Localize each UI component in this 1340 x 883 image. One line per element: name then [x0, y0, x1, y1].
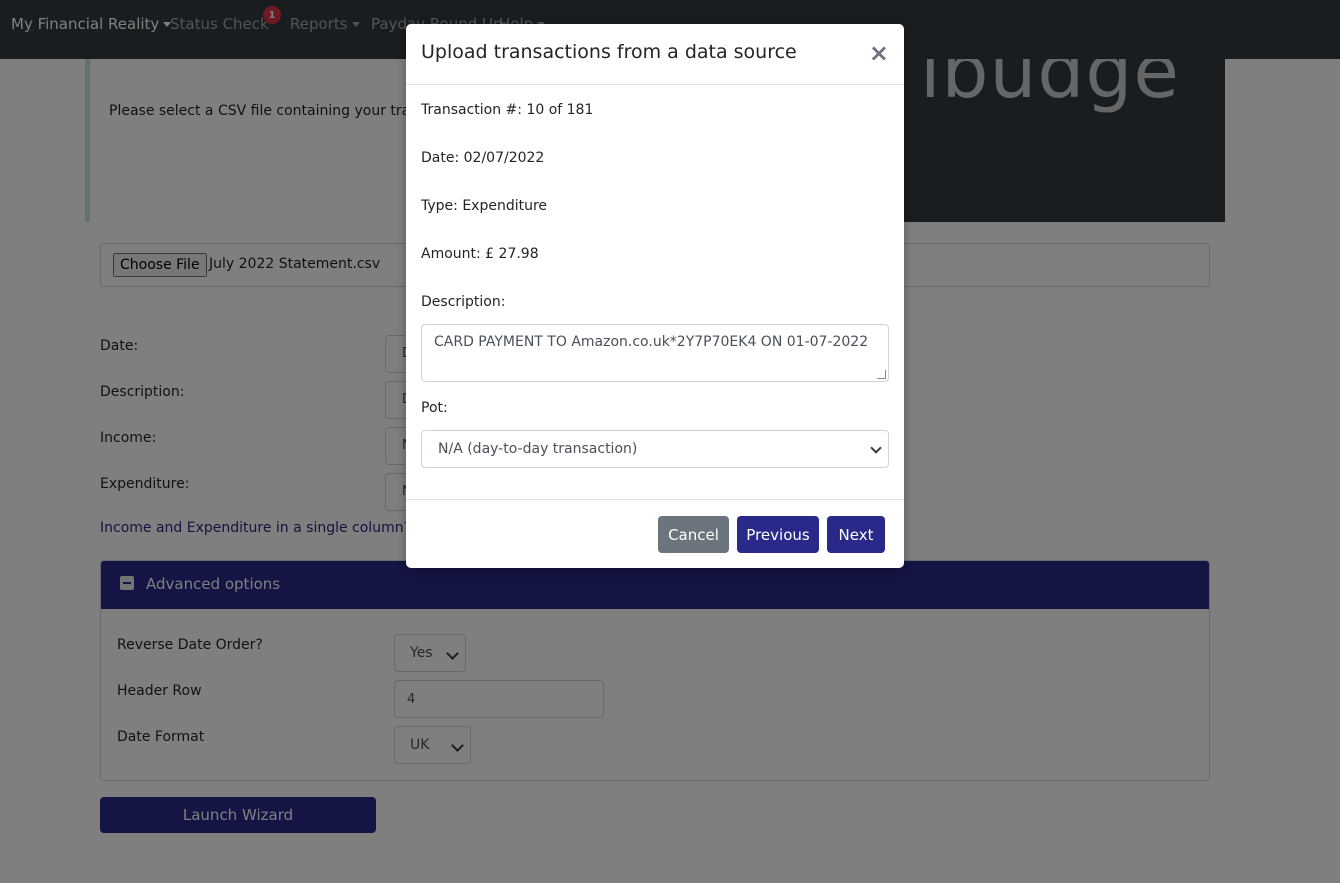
- close-icon[interactable]: ×: [869, 38, 889, 68]
- transaction-type: Type: Expenditure: [421, 198, 548, 214]
- previous-button[interactable]: Previous: [737, 516, 819, 553]
- next-button[interactable]: Next: [827, 516, 885, 553]
- transaction-amount: Amount: £ 27.98: [421, 246, 539, 262]
- modal-title: Upload transactions from a data source: [421, 41, 797, 63]
- pot-label: Pot:: [421, 400, 448, 416]
- chevron-down-icon: [870, 442, 882, 454]
- resize-handle-icon[interactable]: [877, 370, 886, 379]
- modal-header: Upload transactions from a data source ×: [406, 24, 904, 85]
- description-value: CARD PAYMENT TO Amazon.co.uk*2Y7P70EK4 O…: [434, 334, 869, 350]
- upload-transactions-modal: Upload transactions from a data source ×…: [406, 24, 904, 568]
- cancel-button[interactable]: Cancel: [658, 516, 729, 553]
- transaction-date: Date: 02/07/2022: [421, 150, 545, 166]
- description-textarea[interactable]: CARD PAYMENT TO Amazon.co.uk*2Y7P70EK4 O…: [421, 324, 889, 382]
- modal-footer: Cancel Previous Next: [406, 499, 904, 569]
- pot-select[interactable]: N/A (day-to-day transaction): [421, 430, 889, 468]
- description-label: Description:: [421, 294, 506, 310]
- pot-select-value: N/A (day-to-day transaction): [438, 441, 638, 457]
- transaction-counter: Transaction #: 10 of 181: [421, 102, 594, 118]
